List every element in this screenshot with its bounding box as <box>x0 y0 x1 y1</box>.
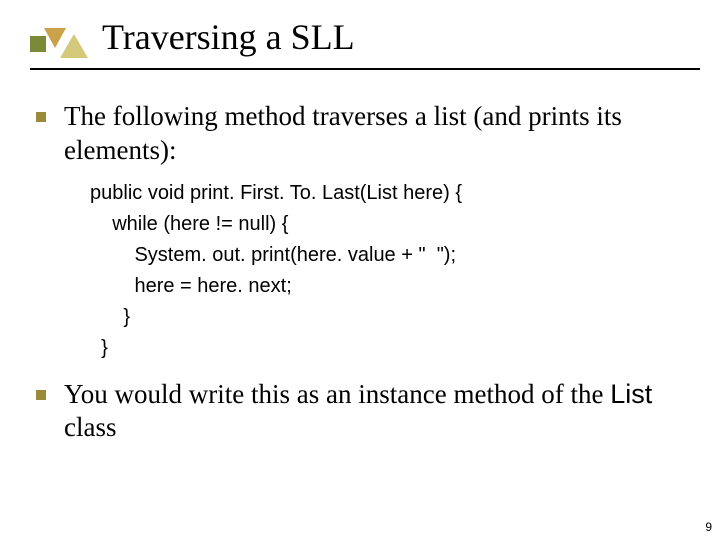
slide-body: The following method traverses a list (a… <box>30 100 690 449</box>
deco-triangle-2 <box>60 34 88 58</box>
title-row: Traversing a SLL <box>30 16 690 72</box>
code-line: public void print. First. To. Last(List … <box>90 182 462 204</box>
deco-triangle-1 <box>44 28 66 48</box>
code-line: System. out. print(here. value + " "); <box>90 244 456 266</box>
bullet-text-suffix: class <box>64 412 116 442</box>
bullet-item: You would write this as an instance meth… <box>30 378 690 446</box>
deco-square <box>30 36 46 52</box>
inline-code: List <box>610 379 652 409</box>
code-block: public void print. First. To. Last(List … <box>90 178 690 364</box>
title-decoration-icon <box>30 26 88 62</box>
code-line: while (here != null) { <box>90 213 288 235</box>
slide-title: Traversing a SLL <box>102 16 355 58</box>
bullet-icon <box>36 390 46 400</box>
bullet-item: The following method traverses a list (a… <box>30 100 690 168</box>
bullet-text: You would write this as an instance meth… <box>64 378 690 446</box>
bullet-icon <box>36 112 46 122</box>
code-line: here = here. next; <box>90 275 292 297</box>
bullet-text-prefix: You would write this as an instance meth… <box>64 379 610 409</box>
code-line: } <box>90 337 108 359</box>
code-line: } <box>90 306 130 328</box>
title-underline <box>30 68 700 70</box>
slide: Traversing a SLL The following method tr… <box>0 0 720 540</box>
page-number: 9 <box>705 520 712 534</box>
bullet-text: The following method traverses a list (a… <box>64 100 690 168</box>
